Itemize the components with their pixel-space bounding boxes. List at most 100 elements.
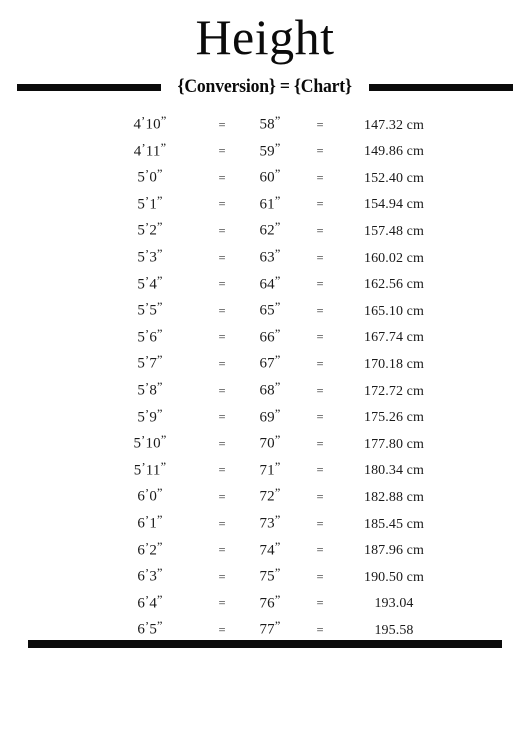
equals-sign-1: =	[218, 436, 226, 451]
prime-mark: ’	[141, 140, 146, 155]
table-row: 6’4” = 76” = 193.04	[0, 587, 530, 614]
conversion-table: 4’10” = 58” = 147.32 cm 4’11” = 59” = 149.86 cm 5’…	[0, 108, 530, 640]
table-row: 5’2” = 62” = 157.48 cm	[0, 214, 530, 241]
cell-centimeters: 165.10 cm	[363, 303, 424, 319]
table-row: 5’7” = 67” = 170.18 cm	[0, 347, 530, 374]
equals-sign-1: =	[218, 569, 226, 584]
cell-centimeters: 187.96 cm	[363, 543, 424, 559]
equals-sign-1: =	[218, 490, 226, 504]
prime-mark: ’	[145, 273, 150, 288]
double-prime-mark: ”	[274, 220, 281, 235]
equals-sign-1: =	[218, 383, 226, 398]
double-prime-mark: ”	[157, 273, 163, 288]
cell-centimeters: 185.45 cm	[363, 516, 424, 532]
double-prime-mark: ”	[274, 379, 281, 394]
equals-sign-1: =	[218, 543, 226, 558]
prime-mark: ’	[145, 380, 150, 395]
cell-centimeters: 167.74 cm	[363, 330, 424, 346]
equals-sign-1: =	[218, 197, 226, 212]
equals-sign-1: =	[218, 144, 226, 159]
cell-centimeters: 152.40 cm	[363, 170, 424, 186]
double-prime-mark: ”	[157, 167, 163, 182]
equals-sign-2: =	[316, 596, 324, 611]
double-prime-mark: ”	[274, 486, 281, 501]
prime-mark: ’	[145, 194, 150, 209]
equals-sign-2: =	[316, 490, 324, 504]
cell-centimeters: 182.88 cm	[363, 490, 424, 505]
double-prime-mark: ”	[157, 406, 163, 421]
cell-centimeters: 177.80 cm	[363, 436, 424, 452]
equals-sign-1: =	[218, 357, 226, 372]
table-row: 5’9” = 69” = 175.26 cm	[0, 401, 530, 428]
page-title: Height	[195, 9, 335, 65]
header-rule-left	[17, 83, 162, 91]
table-row: 5’0” = 60” = 152.40 cm	[0, 161, 530, 188]
prime-mark: ’	[145, 539, 150, 554]
equals-sign-2: =	[316, 330, 324, 345]
double-prime-mark: ”	[274, 300, 281, 315]
double-prime-mark: ”	[274, 193, 281, 208]
equals-sign-2: =	[316, 543, 324, 558]
table-row: 5’10” = 70” = 177.80 cm	[0, 427, 530, 454]
double-prime-mark: ”	[157, 353, 163, 368]
cell-centimeters: 170.18 cm	[363, 357, 424, 373]
double-prime-mark: ”	[274, 619, 281, 634]
equals-sign-1: =	[218, 170, 226, 185]
double-prime-mark: ”	[274, 433, 281, 448]
prime-mark: ’	[145, 353, 150, 368]
prime-mark: ’	[145, 406, 150, 421]
page-subtitle: {Conversion} = {Chart}	[177, 76, 353, 97]
table-row: 6’1” = 73” = 185.45 cm	[0, 507, 530, 534]
double-prime-mark: ”	[157, 326, 163, 341]
equals-sign-2: =	[316, 250, 324, 265]
double-prime-mark: ”	[160, 140, 167, 155]
table-row: 5’8” = 68” = 172.72 cm	[0, 374, 530, 401]
double-prime-mark: ”	[157, 619, 163, 634]
equals-sign-2: =	[316, 117, 324, 132]
equals-sign-2: =	[316, 569, 324, 584]
table-row: 4’10” = 58” = 147.32 cm	[0, 108, 530, 135]
header-rule-right	[368, 83, 513, 91]
table-row: 5’3” = 63” = 160.02 cm	[0, 241, 530, 268]
footer-rule	[28, 640, 502, 648]
equals-sign-2: =	[316, 436, 324, 451]
double-prime-mark: ”	[274, 592, 281, 607]
prime-mark: ’	[145, 513, 150, 528]
cell-centimeters: 160.02 cm	[363, 250, 424, 266]
table-row: 4’11” = 59” = 149.86 cm	[0, 135, 530, 162]
prime-mark: ’	[141, 114, 146, 129]
equals-sign-2: =	[316, 144, 324, 159]
chart-header: Height {Conversion} = {Chart}	[0, 0, 530, 100]
double-prime-mark: ”	[160, 433, 167, 448]
table-row: 5’4” = 64” = 162.56 cm	[0, 268, 530, 295]
double-prime-mark: ”	[274, 246, 281, 261]
equals-sign-2: =	[316, 383, 324, 398]
table-row: 5’6” = 66” = 167.74 cm	[0, 321, 530, 348]
table-row: 5’11” = 71” = 180.34 cm	[0, 454, 530, 481]
double-prime-mark: ”	[274, 167, 281, 182]
equals-sign-1: =	[218, 303, 226, 318]
double-prime-mark: ”	[274, 539, 281, 554]
equals-sign-1: =	[218, 277, 226, 292]
table-row: 6’0” = 72” = 182.88 cm	[0, 480, 530, 507]
double-prime-mark: ”	[274, 114, 281, 128]
prime-mark: ’	[145, 592, 150, 607]
subtitle-row: {Conversion} = {Chart}	[0, 74, 530, 100]
double-prime-mark: ”	[157, 512, 163, 527]
double-prime-mark: ”	[157, 300, 163, 315]
cell-centimeters: 157.48 cm	[363, 224, 424, 240]
double-prime-mark: ”	[274, 459, 281, 474]
double-prime-mark: ”	[157, 220, 163, 235]
double-prime-mark: ”	[160, 459, 167, 474]
equals-sign-2: =	[316, 463, 324, 478]
equals-sign-2: =	[316, 224, 324, 239]
double-prime-mark: ”	[157, 539, 163, 554]
cell-centimeters: 180.34 cm	[363, 463, 424, 479]
double-prime-mark: ”	[157, 592, 163, 607]
prime-mark: ’	[145, 619, 150, 634]
equals-sign-2: =	[316, 516, 324, 531]
double-prime-mark: ”	[274, 353, 281, 368]
double-prime-mark: ”	[157, 486, 163, 501]
prime-mark: ’	[141, 459, 146, 474]
cell-centimeters: 154.94 cm	[363, 197, 424, 213]
